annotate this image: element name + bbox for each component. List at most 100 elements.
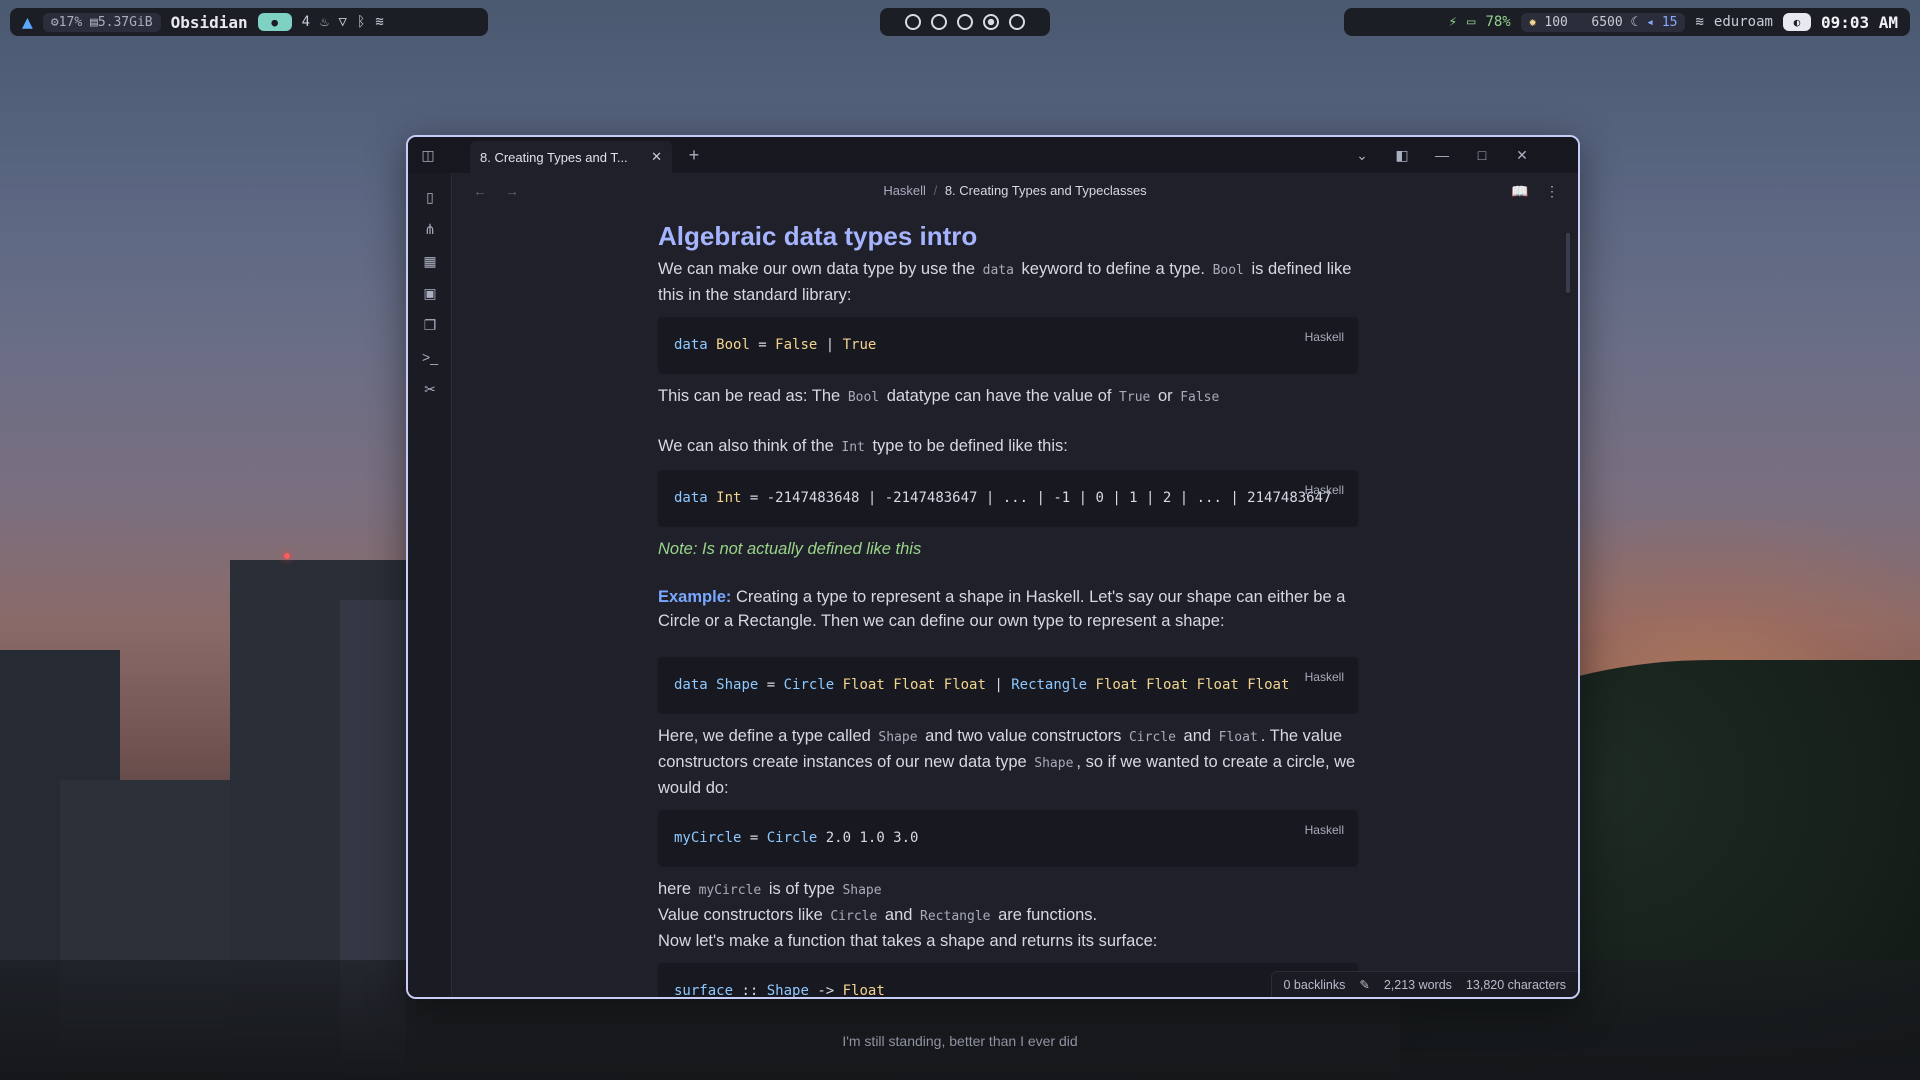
paragraph: We can make our own data type by use the… — [658, 257, 1358, 307]
charging-icon: ⚡ — [1448, 14, 1458, 30]
text: are functions. — [993, 906, 1098, 924]
battery-icon: ▭ — [1467, 14, 1476, 30]
code-language-label: Haskell — [1304, 483, 1344, 497]
daily-note-calendar-icon[interactable]: ▣ — [420, 283, 440, 303]
new-tab-icon[interactable]: + — [684, 145, 704, 165]
edit-mode-pencil-icon[interactable]: ✎ — [1359, 977, 1369, 992]
brightness-value: 100 — [1544, 14, 1568, 30]
color-temp-value: 6500 — [1591, 14, 1623, 30]
view-header: ← → Haskell / 8. Creating Types and Type… — [452, 173, 1578, 209]
breadcrumb-note-title[interactable]: 8. Creating Types and Typeclasses — [945, 183, 1147, 198]
inline-code: True — [1119, 390, 1151, 405]
tab-active[interactable]: 8. Creating Types and T... ✕ — [470, 141, 672, 173]
code-block[interactable]: Haskell data Int = -2147483648 | -2147483… — [658, 470, 1358, 527]
canvas-icon[interactable]: ▦ — [420, 251, 440, 271]
reading-view-icon[interactable]: 📖 — [1510, 181, 1530, 201]
bluetooth-icon[interactable]: ᛒ — [357, 14, 365, 30]
paragraph: Example: Creating a type to represent a … — [658, 585, 1358, 633]
code-language-label: Haskell — [1304, 330, 1344, 344]
obsidian-window: ◫ 8. Creating Types and T... ✕ + ⌄ ◧ — □… — [406, 135, 1580, 999]
scrollbar-thumb[interactable] — [1566, 233, 1570, 293]
code-language-label: Haskell — [1304, 670, 1344, 684]
paragraph: Now let's make a function that takes a s… — [658, 932, 1158, 950]
left-ribbon: ▯ ⋔ ▦ ▣ ❐ >_ ✂ — [408, 173, 452, 997]
system-stats: ⚙17% ▤5.37GiB — [42, 12, 161, 32]
text: and — [880, 906, 918, 924]
wifi-small-icon[interactable]: ≋ — [375, 14, 383, 30]
display-settings[interactable]: ✹ 100 6500 ☾ ◂ 15 — [1520, 12, 1686, 32]
character-count: 13,820 characters — [1465, 977, 1566, 992]
minimize-icon[interactable]: — — [1432, 145, 1452, 165]
workspace-dot[interactable] — [957, 14, 973, 30]
inline-code: Shape — [878, 730, 918, 745]
inline-code: Circle — [830, 909, 878, 924]
top-bar: ▲ ⚙17% ▤5.37GiB Obsidian ● 4 ♨ ▽ ᛒ ≋ ⚡ ▭… — [10, 8, 1910, 36]
paragraph: This can be read as: The Bool datatype c… — [658, 384, 1358, 410]
inline-code: Circle — [1128, 730, 1176, 745]
vpn-icon[interactable]: ▽ — [339, 14, 347, 30]
inline-code: Bool — [1212, 263, 1244, 278]
split-view-icon[interactable]: ◧ — [1392, 145, 1412, 165]
inline-code: Int — [841, 440, 865, 455]
word-count: 2,213 words — [1383, 977, 1452, 992]
inline-code: Bool — [847, 390, 880, 405]
active-app-name: Obsidian — [170, 12, 248, 32]
text: We can make our own data type by use the — [658, 260, 980, 278]
graph-view-icon[interactable]: ⋔ — [420, 219, 440, 239]
cpu-icon: ⚙ — [50, 14, 59, 30]
close-tab-icon[interactable]: ✕ — [651, 149, 662, 165]
workspace-dot[interactable] — [905, 14, 921, 30]
example-label: Example: — [658, 588, 732, 606]
workspace-dot-active[interactable] — [983, 14, 999, 30]
volume-icon: ◂ — [1646, 14, 1654, 30]
breadcrumb-folder[interactable]: Haskell — [883, 183, 926, 198]
text: is of type — [764, 880, 840, 898]
text: datatype can have the value of — [882, 387, 1117, 405]
open-quick-switcher-icon[interactable]: ▯ — [420, 187, 440, 207]
workspace-dot[interactable] — [931, 14, 947, 30]
inline-code: False — [1180, 390, 1220, 405]
templates-icon[interactable]: ❐ — [420, 315, 440, 335]
clock: 09:03 AM — [1820, 12, 1898, 32]
code-block[interactable]: Haskell data Bool = False | True — [658, 317, 1358, 374]
inline-code: Shape — [1034, 756, 1074, 771]
arch-logo-icon[interactable]: ▲ — [22, 12, 33, 33]
maximize-icon[interactable]: □ — [1472, 145, 1492, 165]
text: Creating a type to represent a shape in … — [658, 588, 1346, 630]
top-bar-left: ▲ ⚙17% ▤5.37GiB Obsidian ● 4 ♨ ▽ ᛒ ≋ — [10, 8, 488, 36]
brightness-icon: ✹ — [1528, 14, 1537, 30]
recorder-icon[interactable]: ♨ — [320, 14, 328, 30]
battery-percent: 78% — [1485, 14, 1511, 30]
workspace-dot[interactable] — [1009, 14, 1025, 30]
now-playing-lyrics: I'm still standing, better than I ever d… — [842, 1033, 1078, 1049]
note-content[interactable]: Algebraic data types intro We can make o… — [658, 221, 1358, 997]
cpu-usage: 17% — [58, 14, 83, 30]
code-block[interactable]: Haskell data Shape = Circle Float Float F… — [658, 657, 1358, 714]
tools-icon[interactable]: ✂ — [420, 379, 440, 399]
inline-code: Float — [1218, 730, 1258, 745]
theme-toggle-icon[interactable]: ◐ — [1782, 13, 1811, 31]
camera-icon[interactable]: ● — [257, 13, 292, 31]
tab-list-chevron-icon[interactable]: ⌄ — [1352, 145, 1372, 165]
text: keyword to define a type. — [1016, 260, 1210, 278]
inline-code: Rectangle — [920, 909, 991, 924]
antenna-light — [284, 553, 290, 559]
close-window-icon[interactable]: ✕ — [1512, 145, 1532, 165]
sidebar-toggle-icon[interactable]: ◫ — [418, 145, 438, 165]
code-language-label: Haskell — [1304, 823, 1344, 837]
breadcrumb-separator: / — [933, 183, 938, 198]
backlinks-count[interactable]: 0 backlinks — [1284, 978, 1346, 992]
text: We can also think of the — [658, 437, 839, 455]
text: and two value constructors — [920, 727, 1126, 745]
paragraph: We can also think of the Int type to be … — [658, 434, 1358, 460]
more-options-icon[interactable]: ⋮ — [1542, 181, 1562, 201]
volume-value: 15 — [1661, 14, 1678, 30]
workspace-count: 4 — [301, 14, 311, 30]
network-name: eduroam — [1713, 14, 1773, 30]
text: and — [1178, 727, 1216, 745]
code-block[interactable]: Haskellsurface :: Shape -> Float surface… — [658, 963, 1358, 997]
code-block[interactable]: Haskell myCircle = Circle 2.0 1.0 3.0 — [658, 810, 1358, 867]
command-palette-icon[interactable]: >_ — [420, 347, 440, 367]
note-heading: Algebraic data types intro — [658, 221, 978, 251]
wifi-icon[interactable]: ≋ — [1695, 14, 1703, 30]
